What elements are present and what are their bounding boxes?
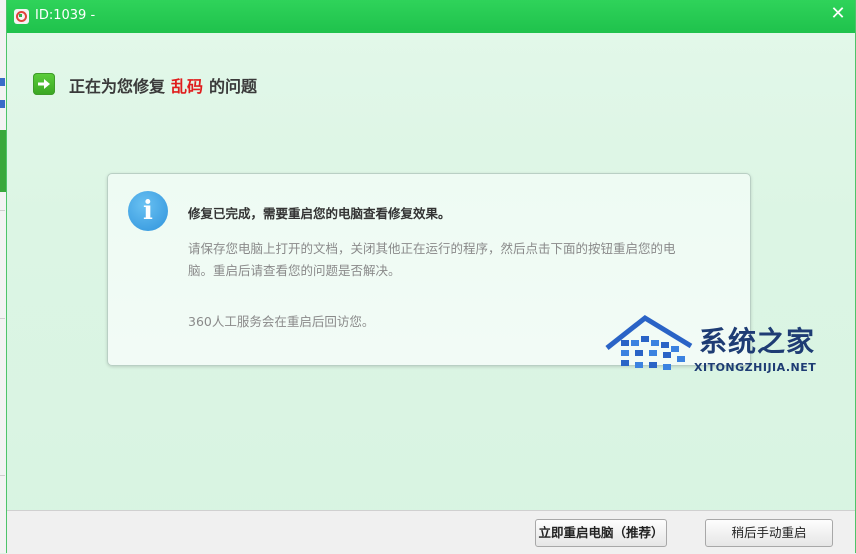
background-link xyxy=(0,78,5,86)
heading-prefix: 正在为您修复 xyxy=(69,77,166,96)
close-button[interactable]: ✕ xyxy=(827,4,849,24)
house-logo-icon xyxy=(605,314,693,370)
background-divider xyxy=(0,475,5,476)
problem-name: 乱码 xyxy=(171,77,204,96)
info-icon: i xyxy=(128,191,168,231)
repair-dialog: ID:1039 - ✕ 正在为您修复 乱码 的问题 i 修复已完成，需要重启您的电脑… xyxy=(6,0,856,554)
restart-now-button[interactable]: 立即重启电脑（推荐） xyxy=(535,519,667,547)
watermark-text: 系统之家 xyxy=(699,325,816,358)
app-logo-icon xyxy=(14,9,29,24)
message-body: 请保存您电脑上打开的文档，关闭其他正在运行的程序，然后点击下面的按钮重启您的电脑… xyxy=(188,241,676,278)
arrow-right-icon xyxy=(33,73,55,95)
watermark-logo: 系统之家 XITONGZHIJIA.NET xyxy=(599,306,829,376)
message-note: 360人工服务会在重启后回访您。 xyxy=(188,314,375,329)
heading-text: 正在为您修复 乱码 的问题 xyxy=(69,73,257,97)
background-divider xyxy=(0,318,5,319)
background-link xyxy=(0,100,5,108)
title-bar[interactable]: ID:1039 - ✕ xyxy=(7,0,855,33)
heading-suffix: 的问题 xyxy=(209,77,258,96)
background-divider xyxy=(0,210,5,211)
window-title: ID:1039 - xyxy=(35,8,96,23)
watermark-url: XITONGZHIJIA.NET xyxy=(694,361,817,374)
button-bar: 立即重启电脑（推荐） 稍后手动重启 xyxy=(7,510,855,554)
restart-later-button[interactable]: 稍后手动重启 xyxy=(705,519,833,547)
message-title: 修复已完成，需要重启您的电脑查看修复效果。 xyxy=(188,206,451,221)
